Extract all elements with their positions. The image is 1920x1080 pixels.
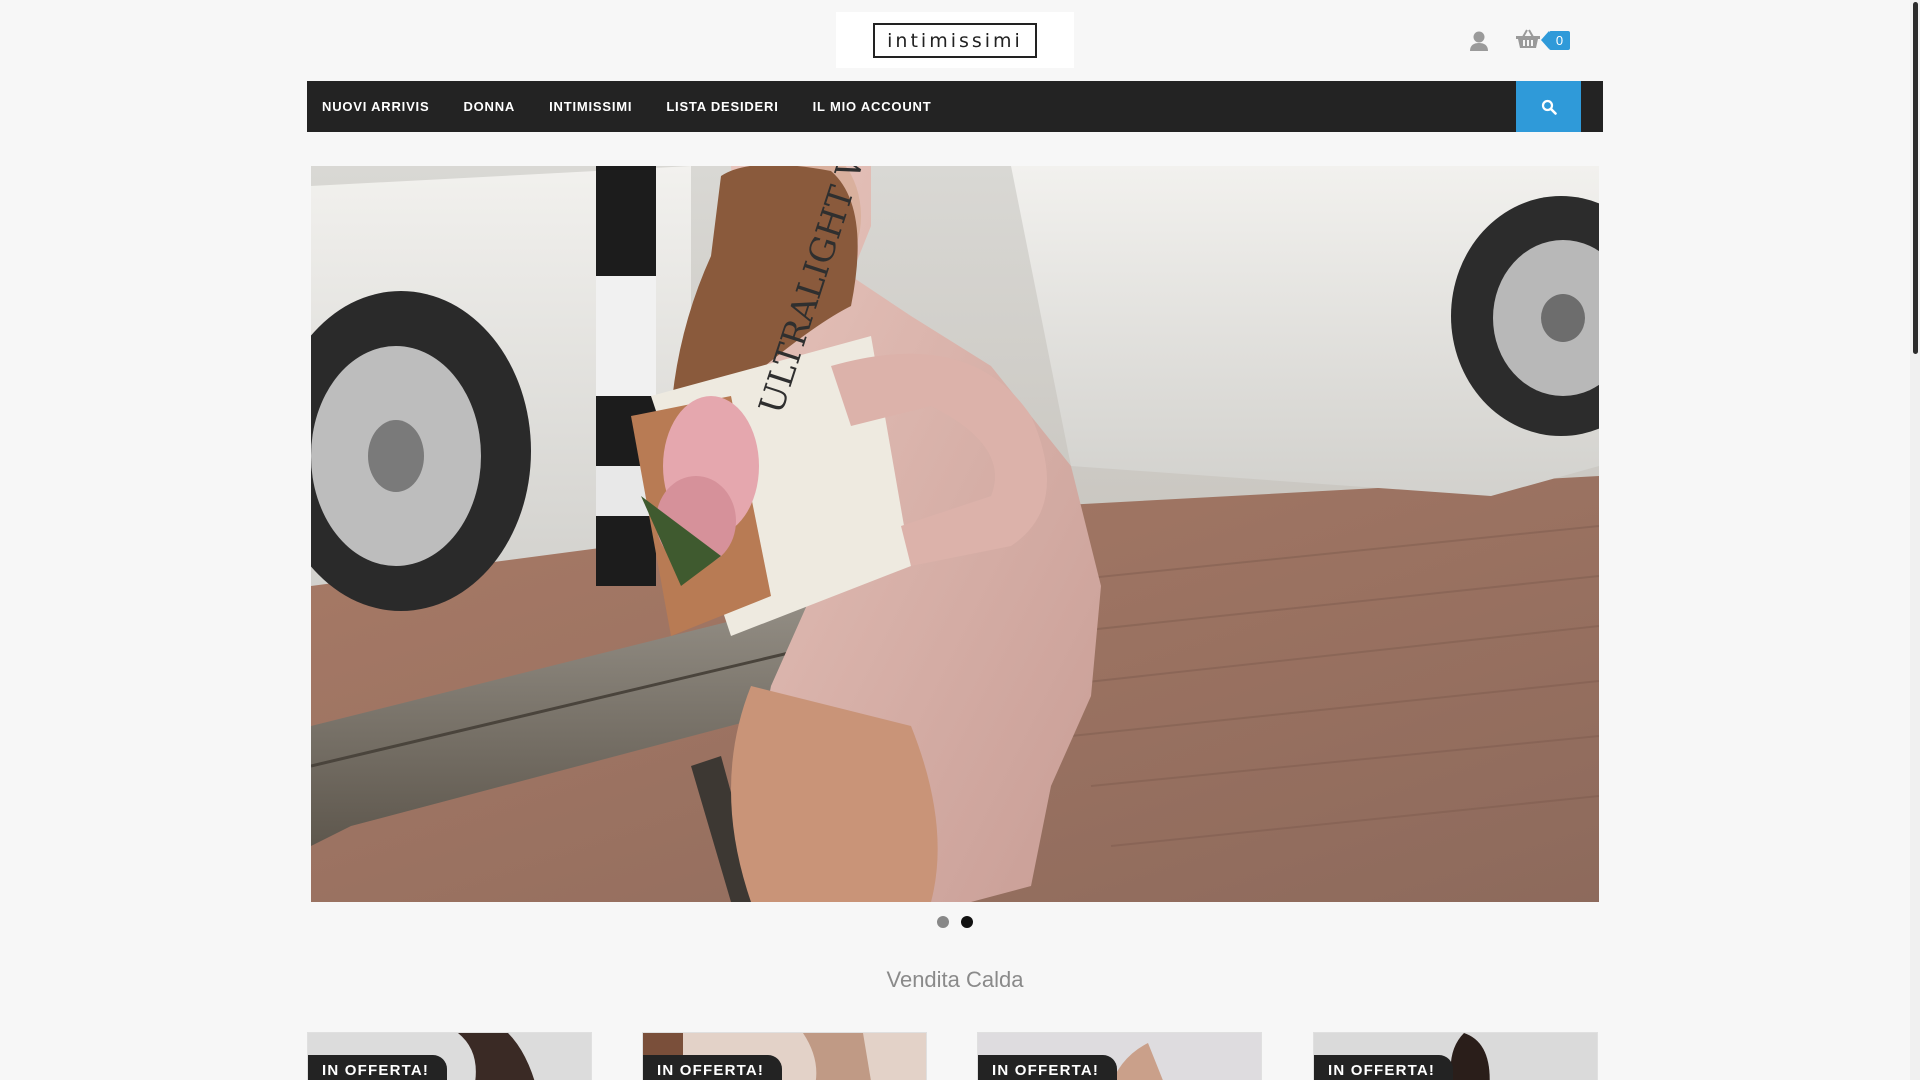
slider-dot-2[interactable] — [961, 916, 973, 928]
product-card[interactable]: IN OFFERTA! — [307, 1032, 592, 1080]
user-icon[interactable] — [1469, 30, 1489, 52]
nav-item-donna[interactable]: DONNA — [448, 81, 515, 132]
product-card[interactable]: IN OFFERTA! — [977, 1032, 1262, 1080]
section-title: Vendita Calda — [886, 967, 1024, 992]
search-button[interactable] — [1516, 81, 1581, 132]
nav-item-intimissimi[interactable]: INTIMISSIMI — [534, 81, 632, 132]
nav-item-il-mio-account[interactable]: IL MIO ACCOUNT — [798, 81, 932, 132]
sale-badge: IN OFFERTA! — [978, 1055, 1118, 1080]
logo-text: intimissimi — [873, 22, 1037, 58]
sale-badge: IN OFFERTA! — [643, 1055, 783, 1080]
hero-slider-image[interactable]: ULTRALIGHT WITH CASHMERE INTIMISSIMI — [311, 166, 1599, 902]
cart-count-badge[interactable]: 0 — [1541, 31, 1570, 50]
logo[interactable]: intimissimi — [836, 12, 1074, 68]
sale-badge: IN OFFERTA! — [1314, 1055, 1454, 1080]
search-icon — [1541, 99, 1557, 115]
sale-badge: IN OFFERTA! — [308, 1055, 448, 1080]
nav-item-lista-desideri[interactable]: LISTA DESIDERI — [651, 81, 778, 132]
slider-dot-1[interactable] — [937, 916, 949, 928]
scrollbar-thumb[interactable] — [1913, 2, 1918, 354]
slider-pagination — [937, 916, 973, 928]
product-card[interactable]: IN OFFERTA! — [1313, 1032, 1598, 1080]
hero-photo: ULTRALIGHT WITH CASHMERE INTIMISSIMI — [311, 166, 1599, 902]
main-nav: NUOVI ARRIVIS DONNA INTIMISSIMI LISTA DE… — [307, 81, 1603, 132]
nav-item-nuovi-arrivis[interactable]: NUOVI ARRIVIS — [307, 81, 429, 132]
product-card[interactable]: IN OFFERTA! — [642, 1032, 927, 1080]
basket-icon[interactable] — [1515, 28, 1541, 50]
